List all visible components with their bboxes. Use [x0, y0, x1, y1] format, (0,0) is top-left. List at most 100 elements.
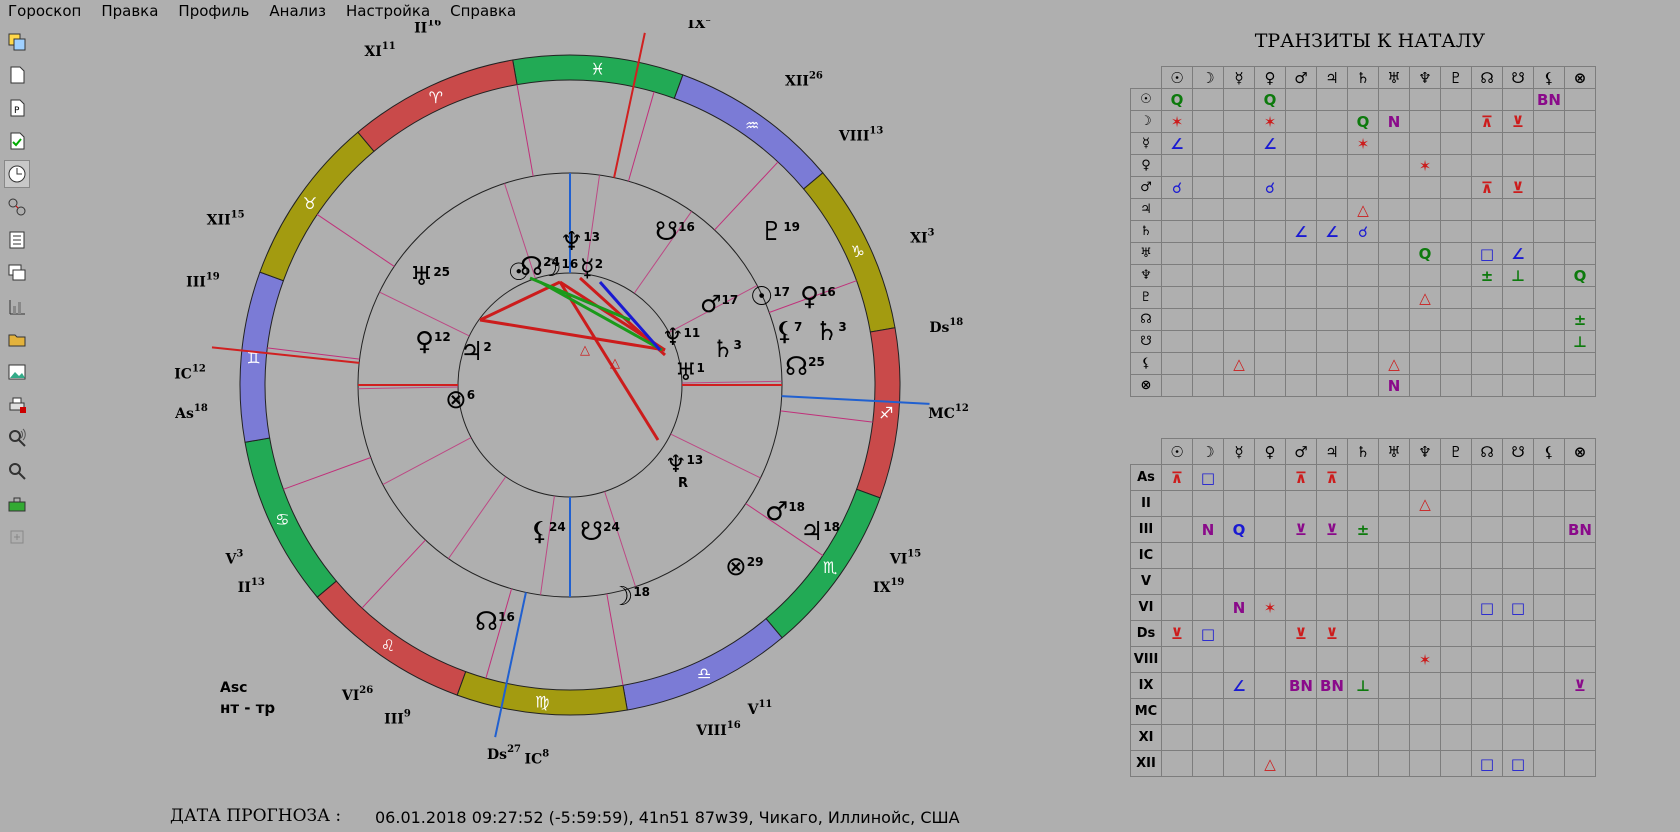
house-aspect-cell[interactable] — [1254, 646, 1286, 673]
planet-aspect-cell[interactable] — [1564, 132, 1596, 155]
house-aspect-cell[interactable]: ∠ — [1223, 672, 1255, 699]
house-aspect-cell[interactable]: ⊻ — [1161, 620, 1193, 647]
house-aspect-cell[interactable]: BN — [1285, 672, 1317, 699]
planet-aspect-cell[interactable] — [1347, 330, 1379, 353]
house-aspect-cell[interactable] — [1533, 568, 1565, 595]
house-aspect-cell[interactable] — [1192, 646, 1224, 673]
bar-chart-button[interactable] — [4, 292, 30, 320]
planet-aspect-cell[interactable] — [1564, 352, 1596, 375]
house-aspect-cell[interactable] — [1533, 724, 1565, 751]
planet-aspect-cell[interactable] — [1347, 308, 1379, 331]
house-aspect-cell[interactable] — [1192, 594, 1224, 621]
house-aspect-cell[interactable] — [1223, 490, 1255, 517]
planet-aspect-cell[interactable] — [1192, 176, 1224, 199]
house-aspect-cell[interactable] — [1440, 516, 1472, 543]
house-aspect-cell[interactable]: ⊻ — [1285, 516, 1317, 543]
planet-aspect-cell[interactable] — [1223, 132, 1255, 155]
planet-aspect-cell[interactable] — [1316, 352, 1348, 375]
print-button[interactable] — [4, 391, 30, 419]
house-aspect-cell[interactable]: N — [1223, 594, 1255, 621]
planet-aspect-cell[interactable] — [1533, 220, 1565, 243]
planet-aspect-cell[interactable] — [1161, 154, 1193, 177]
planet-aspect-cell[interactable] — [1347, 286, 1379, 309]
house-aspect-cell[interactable] — [1533, 516, 1565, 543]
house-aspect-cell[interactable] — [1254, 568, 1286, 595]
planet-aspect-cell[interactable] — [1378, 308, 1410, 331]
menu-item-0[interactable]: Гороскоп — [0, 2, 91, 20]
planet-aspect-cell[interactable] — [1564, 220, 1596, 243]
planet-aspect-cell[interactable] — [1192, 110, 1224, 133]
house-aspect-cell[interactable]: BN — [1316, 672, 1348, 699]
planet-aspect-cell[interactable] — [1161, 220, 1193, 243]
planet-aspect-cell[interactable] — [1378, 154, 1410, 177]
house-aspect-cell[interactable] — [1533, 698, 1565, 725]
house-aspect-cell[interactable] — [1502, 698, 1534, 725]
planet-aspect-cell[interactable] — [1502, 220, 1534, 243]
planet-aspect-cell[interactable] — [1440, 286, 1472, 309]
house-aspect-cell[interactable] — [1409, 464, 1441, 491]
house-aspect-cell[interactable] — [1161, 516, 1193, 543]
planet-aspect-cell[interactable] — [1223, 176, 1255, 199]
house-aspect-cell[interactable] — [1440, 646, 1472, 673]
planet-aspect-cell[interactable] — [1285, 110, 1317, 133]
zoom-button[interactable] — [4, 457, 30, 485]
house-aspect-cell[interactable] — [1347, 646, 1379, 673]
house-aspect-cell[interactable] — [1471, 542, 1503, 569]
planet-aspect-cell[interactable] — [1254, 286, 1286, 309]
planet-aspect-cell[interactable]: ∠ — [1502, 242, 1534, 265]
house-aspect-cell[interactable] — [1533, 646, 1565, 673]
planet-aspect-cell[interactable] — [1378, 132, 1410, 155]
planet-aspect-cell[interactable] — [1564, 242, 1596, 265]
planet-aspect-cell[interactable] — [1347, 374, 1379, 397]
planet-aspect-cell[interactable] — [1316, 198, 1348, 221]
house-aspect-cell[interactable] — [1502, 542, 1534, 569]
house-aspect-cell[interactable] — [1347, 724, 1379, 751]
house-aspect-cell[interactable] — [1192, 750, 1224, 777]
house-aspect-cell[interactable] — [1316, 646, 1348, 673]
house-aspect-cell[interactable] — [1347, 750, 1379, 777]
planet-aspect-cell[interactable] — [1409, 132, 1441, 155]
planet-aspect-cell[interactable] — [1502, 154, 1534, 177]
planet-aspect-cell[interactable] — [1161, 330, 1193, 353]
planet-aspect-cell[interactable] — [1223, 220, 1255, 243]
planet-aspect-cell[interactable] — [1440, 88, 1472, 111]
planet-aspect-cell[interactable] — [1471, 88, 1503, 111]
planet-aspect-cell[interactable] — [1161, 374, 1193, 397]
house-aspect-cell[interactable] — [1347, 490, 1379, 517]
house-aspect-cell[interactable] — [1254, 542, 1286, 569]
house-aspect-cell[interactable] — [1378, 724, 1410, 751]
house-aspect-cell[interactable] — [1564, 620, 1596, 647]
planet-aspect-cell[interactable] — [1378, 198, 1410, 221]
house-aspect-cell[interactable] — [1316, 594, 1348, 621]
menu-item-1[interactable]: Правка — [91, 2, 168, 20]
planet-aspect-cell[interactable]: ± — [1471, 264, 1503, 287]
planet-aspect-cell[interactable] — [1564, 88, 1596, 111]
planet-aspect-cell[interactable] — [1161, 198, 1193, 221]
planet-aspect-cell[interactable] — [1533, 198, 1565, 221]
planet-aspect-cell[interactable] — [1564, 176, 1596, 199]
planet-aspect-cell[interactable] — [1254, 220, 1286, 243]
house-aspect-cell[interactable] — [1223, 620, 1255, 647]
planet-aspect-cell[interactable]: ✶ — [1161, 110, 1193, 133]
house-aspect-cell[interactable] — [1502, 672, 1534, 699]
menu-item-3[interactable]: Анализ — [259, 2, 336, 20]
planet-aspect-cell[interactable] — [1533, 154, 1565, 177]
planet-aspect-cell[interactable] — [1502, 88, 1534, 111]
planet-aspect-cell[interactable] — [1223, 330, 1255, 353]
planet-aspect-cell[interactable] — [1533, 132, 1565, 155]
house-aspect-cell[interactable]: ± — [1347, 516, 1379, 543]
planet-aspect-cell[interactable] — [1316, 242, 1348, 265]
house-aspect-cell[interactable]: ⊼ — [1285, 464, 1317, 491]
planet-aspect-cell[interactable] — [1378, 220, 1410, 243]
planet-aspect-cell[interactable] — [1285, 132, 1317, 155]
planet-aspect-cell[interactable] — [1192, 154, 1224, 177]
house-aspect-cell[interactable] — [1378, 620, 1410, 647]
house-aspect-cell[interactable] — [1316, 542, 1348, 569]
zoom-wave-button[interactable] — [4, 424, 30, 452]
planet-aspect-cell[interactable] — [1285, 198, 1317, 221]
planet-aspect-cell[interactable] — [1409, 110, 1441, 133]
planet-aspect-cell[interactable] — [1347, 176, 1379, 199]
planet-aspect-cell[interactable] — [1285, 242, 1317, 265]
house-aspect-cell[interactable] — [1192, 698, 1224, 725]
house-aspect-cell[interactable] — [1409, 568, 1441, 595]
